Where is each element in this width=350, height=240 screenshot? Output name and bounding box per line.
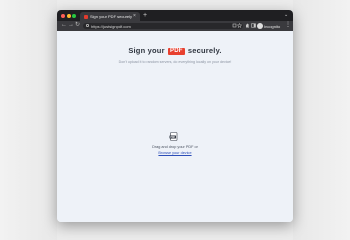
address-bar[interactable]: https://justsignpdf.com bbox=[83, 23, 243, 29]
side-panel-icon[interactable] bbox=[251, 23, 256, 28]
pdf-logo: PDF bbox=[168, 47, 185, 55]
new-tab-button[interactable]: + bbox=[143, 12, 147, 19]
reload-button[interactable]: ↻ bbox=[75, 22, 80, 29]
bookmark-star-icon[interactable] bbox=[236, 22, 243, 29]
desktop-background-right bbox=[293, 0, 350, 240]
tab-close-button[interactable]: × bbox=[133, 13, 136, 19]
tab-strip: Sign your PDF securely × + ⌄ bbox=[57, 10, 293, 21]
browser-toolbar: ← → ↻ https://justsignpdf.com Incognito … bbox=[57, 21, 293, 31]
incognito-icon[interactable] bbox=[257, 23, 263, 29]
browser-window: Sign your PDF securely × + ⌄ ← → ↻ https… bbox=[57, 10, 293, 222]
page-headline: Sign your PDF securely. bbox=[57, 46, 293, 55]
forward-button[interactable]: → bbox=[68, 22, 74, 29]
favicon-icon bbox=[84, 14, 88, 19]
desktop-background-left bbox=[0, 0, 57, 240]
page-content: Sign your PDF securely. Don't upload it … bbox=[57, 31, 293, 222]
incognito-label[interactable]: Incognito bbox=[264, 24, 280, 29]
tab-search-button[interactable]: ⌄ bbox=[284, 12, 288, 18]
menu-icon[interactable]: ⋮ bbox=[285, 22, 291, 29]
site-info-icon[interactable] bbox=[86, 24, 89, 28]
close-window-button[interactable] bbox=[61, 13, 65, 18]
extensions-icon[interactable] bbox=[245, 23, 250, 28]
pdf-file-icon: PDF bbox=[169, 132, 178, 141]
minimize-window-button[interactable] bbox=[66, 13, 71, 18]
tab-title: Sign your PDF securely bbox=[90, 13, 133, 19]
headline-text-after: securely. bbox=[187, 46, 222, 55]
page-subtitle: Don't upload it to random servers, do ev… bbox=[118, 60, 232, 64]
drop-zone-text[interactable]: Drag and drop your PDF or bbox=[57, 145, 293, 149]
tab-active[interactable]: Sign your PDF securely × bbox=[80, 12, 140, 21]
browse-device-link[interactable]: Browse your device bbox=[57, 151, 293, 155]
back-button[interactable]: ← bbox=[61, 22, 67, 29]
url-text[interactable]: https://justsignpdf.com bbox=[91, 24, 131, 29]
maximize-window-button[interactable] bbox=[72, 13, 76, 18]
svg-text:PDF: PDF bbox=[170, 137, 175, 139]
headline-text-before: Sign your bbox=[128, 46, 165, 55]
